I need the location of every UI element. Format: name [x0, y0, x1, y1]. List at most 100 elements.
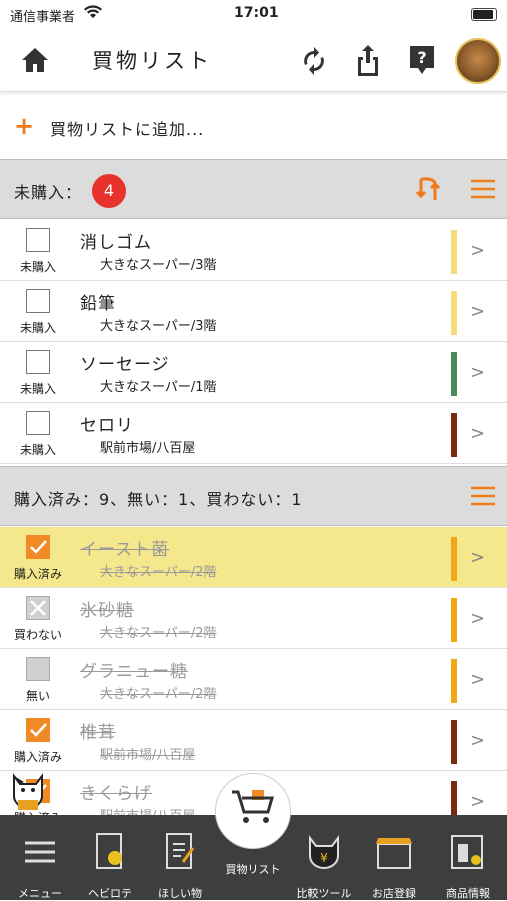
- item-checkbox[interactable]: [26, 596, 50, 620]
- clock: 17:01: [234, 5, 279, 21]
- section-menu-icon[interactable]: [470, 486, 496, 506]
- item-name: 椎茸: [80, 723, 116, 743]
- purchased-summary-label: 購入済み：9、無い：1、買わない：1: [14, 490, 303, 509]
- avatar[interactable]: [455, 38, 501, 84]
- chevron-right-icon[interactable]: >: [470, 547, 485, 568]
- list-item[interactable]: 未購入 ソーセージ 大きなスーパー/1階 >: [0, 342, 507, 403]
- nav-bar: 買物リスト ?: [0, 30, 507, 92]
- tab-product-info[interactable]: 商品情報: [428, 827, 507, 901]
- item-status: 購入済み: [13, 567, 62, 581]
- item-status: 未購入: [19, 321, 56, 335]
- item-store: 駅前市場/八百屋: [100, 748, 196, 763]
- cart-icon: [232, 790, 274, 823]
- tab-menu[interactable]: メニュー: [0, 827, 80, 901]
- cart-center-button[interactable]: [215, 773, 291, 849]
- share-icon[interactable]: [354, 43, 382, 77]
- tab-cart[interactable]: 買物リスト: [213, 847, 293, 877]
- item-store: 大きなスーパー/3階: [100, 258, 217, 273]
- wifi-icon: [84, 5, 102, 19]
- product-info-icon: [428, 827, 507, 877]
- item-name: イースト菌: [80, 540, 170, 560]
- store-color-bar: [451, 413, 457, 457]
- tab-store-register[interactable]: お店登録: [354, 827, 434, 901]
- chevron-right-icon[interactable]: >: [470, 423, 485, 444]
- store-color-bar: [451, 659, 457, 703]
- unpurchased-label: 未購入：: [14, 183, 83, 202]
- chevron-right-icon[interactable]: >: [470, 791, 485, 812]
- battery-icon: [471, 8, 497, 21]
- wishlist-icon: [140, 827, 220, 877]
- item-checkbox[interactable]: [26, 350, 50, 374]
- list-item[interactable]: 未購入 消しゴム 大きなスーパー/3階 >: [0, 220, 507, 281]
- item-name: 鉛筆: [80, 294, 116, 314]
- compare-tool-icon: ¥: [284, 827, 364, 877]
- item-status: 無い: [25, 689, 50, 703]
- item-checkbox[interactable]: [26, 411, 50, 435]
- item-store: 大きなスーパー/3階: [100, 319, 217, 334]
- home-icon[interactable]: [20, 46, 50, 74]
- tab-label: ヘビロテ: [88, 887, 132, 900]
- item-store: 大きなスーパー/1階: [100, 380, 217, 395]
- count-badge: 4: [92, 174, 126, 208]
- item-status: 買わない: [13, 628, 62, 642]
- tab-label: お店登録: [372, 887, 416, 900]
- chevron-right-icon[interactable]: >: [470, 240, 485, 261]
- item-store: 大きなスーパー/2階: [100, 687, 217, 702]
- tab-label: メニュー: [18, 887, 62, 900]
- page-title: 買物リスト: [92, 49, 212, 73]
- list-item[interactable]: 買わない 氷砂糖 大きなスーパー/2階 >: [0, 588, 507, 649]
- item-checkbox[interactable]: [26, 718, 50, 742]
- list-item[interactable]: 未購入 鉛筆 大きなスーパー/3階 >: [0, 281, 507, 342]
- item-name: セロリ: [80, 416, 134, 436]
- cart-icon: [213, 847, 293, 861]
- store-color-bar: [451, 537, 457, 581]
- item-checkbox[interactable]: [26, 657, 50, 681]
- item-checkbox[interactable]: [26, 289, 50, 313]
- sync-icon[interactable]: [300, 46, 328, 76]
- heavy-rotation-icon: [70, 827, 150, 877]
- item-store: 大きなスーパー/2階: [100, 626, 217, 641]
- menu-icon: [0, 827, 80, 877]
- section-menu-icon[interactable]: [470, 179, 496, 199]
- chevron-right-icon[interactable]: >: [470, 301, 485, 322]
- purchased-section-header: 購入済み：9、無い：1、買わない：1: [0, 466, 507, 526]
- tab-label: 買物リスト: [225, 863, 281, 876]
- tab-heavy-rotation[interactable]: ヘビロテ: [70, 827, 150, 901]
- item-status: 未購入: [19, 443, 56, 457]
- chevron-right-icon[interactable]: >: [470, 362, 485, 383]
- status-bar: 通信事業者 17:01: [0, 0, 507, 30]
- store-color-bar: [451, 720, 457, 764]
- svg-text:¥: ¥: [320, 851, 328, 865]
- carrier-label: 通信事業者: [10, 10, 76, 25]
- tab-label: 商品情報: [446, 887, 490, 900]
- item-name: 氷砂糖: [80, 601, 134, 621]
- tab-label: ほしい物: [158, 887, 202, 900]
- list-item[interactable]: 購入済み 椎茸 駅前市場/八百屋 >: [0, 710, 507, 771]
- tab-wishlist[interactable]: ほしい物: [140, 827, 220, 901]
- item-status: 未購入: [19, 260, 56, 274]
- chevron-right-icon[interactable]: >: [470, 669, 485, 690]
- list-item[interactable]: 未購入 セロリ 駅前市場/八百屋 >: [0, 403, 507, 464]
- unpurchased-section-header: 未購入： 4: [0, 159, 507, 219]
- svg-text:?: ?: [417, 48, 426, 67]
- chevron-right-icon[interactable]: >: [470, 608, 485, 629]
- store-color-bar: [451, 352, 457, 396]
- store-color-bar: [451, 598, 457, 642]
- item-name: 消しゴム: [80, 233, 152, 253]
- store-color-bar: [451, 230, 457, 274]
- store-register-icon: [354, 827, 434, 877]
- list-item[interactable]: 購入済み イースト菌 大きなスーパー/2階 >: [0, 527, 507, 588]
- add-to-list-row[interactable]: + 買物リストに追加...: [0, 96, 507, 158]
- item-name: きくらげ: [80, 784, 152, 804]
- tab-compare-tool[interactable]: ¥ 比較ツール: [284, 827, 364, 901]
- item-checkbox[interactable]: [26, 228, 50, 252]
- item-name: ソーセージ: [80, 355, 170, 375]
- chevron-right-icon[interactable]: >: [470, 730, 485, 751]
- item-store: 駅前市場/八百屋: [100, 441, 196, 456]
- add-to-list-label: 買物リストに追加...: [50, 120, 205, 139]
- list-item[interactable]: 無い グラニュー糖 大きなスーパー/2階 >: [0, 649, 507, 710]
- help-icon[interactable]: ?: [408, 44, 436, 76]
- store-color-bar: [451, 291, 457, 335]
- item-checkbox[interactable]: [26, 535, 50, 559]
- reorder-icon[interactable]: [414, 176, 442, 204]
